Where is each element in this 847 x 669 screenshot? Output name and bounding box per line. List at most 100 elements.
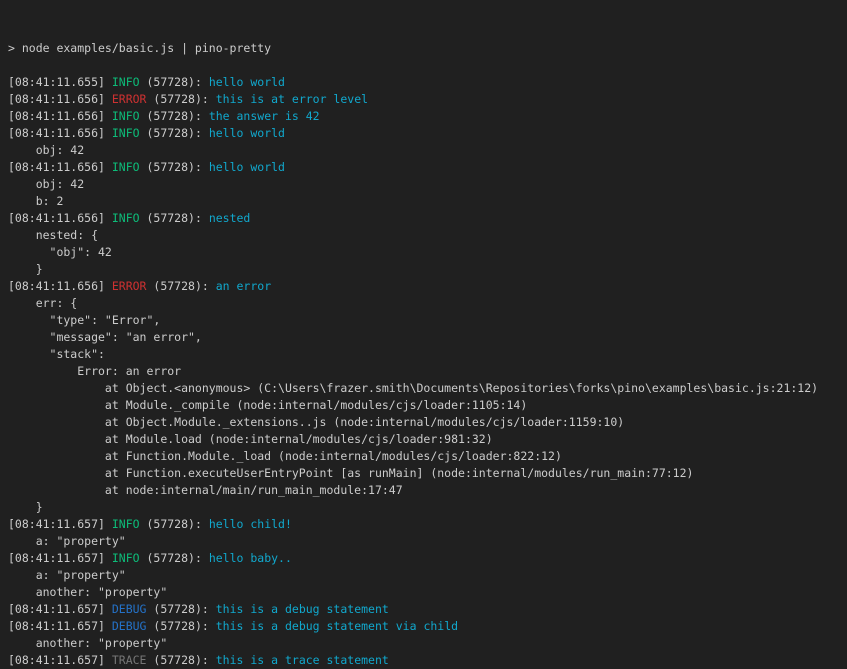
log-line: [08:41:11.656] INFO (57728): nested [8,210,847,227]
log-text-segment: (57728): [140,126,209,140]
log-segment-green: INFO [112,517,140,531]
log-line: obj: 42 [8,142,847,159]
terminal-output: > node examples/basic.js | pino-pretty [0… [8,40,847,669]
log-line: Error: an error [8,363,847,380]
log-line: "obj": 42 [8,244,847,261]
log-line: a: "property" [8,567,847,584]
log-line: another: "property" [8,635,847,652]
log-text-segment: [08:41:11.656] [8,109,112,123]
log-text-segment: [08:41:11.656] [8,126,112,140]
log-line: "type": "Error", [8,312,847,329]
log-segment-cyan: this is a debug statement [216,602,389,616]
log-line: [08:41:11.657] DEBUG (57728): this is a … [8,601,847,618]
log-line: [08:41:11.657] INFO (57728): hello baby.… [8,550,847,567]
log-line: "stack": [8,346,847,363]
log-text-segment: at Module.load (node:internal/modules/cj… [8,432,493,446]
log-text-segment: (57728): [146,653,215,667]
log-segment-cyan: this is a trace statement [216,653,389,667]
log-text-segment: (57728): [146,619,215,633]
log-line: nested: { [8,227,847,244]
log-line: } [8,499,847,516]
log-text-segment: err: { [8,296,77,310]
log-segment-cyan: hello child! [209,517,292,531]
log-line: [08:41:11.656] INFO (57728): the answer … [8,108,847,125]
log-line: obj: 42 [8,176,847,193]
log-text-segment: nested: { [8,228,98,242]
log-text-segment: at Module._compile (node:internal/module… [8,398,527,412]
log-text-segment: at Function.Module._load (node:internal/… [8,449,562,463]
log-segment-gray: TRACE [112,653,147,667]
log-line: at Function.executeUserEntryPoint [as ru… [8,465,847,482]
log-text-segment: [08:41:11.656] [8,279,112,293]
log-line: "message": "an error", [8,329,847,346]
log-segment-cyan: nested [209,211,251,225]
log-segment-red: ERROR [112,92,147,106]
log-line: [08:41:11.657] DEBUG (57728): this is a … [8,618,847,635]
log-line: at Object.<anonymous> (C:\Users\frazer.s… [8,380,847,397]
log-text-segment: "message": "an error", [8,330,202,344]
log-text-segment: } [8,262,43,276]
log-line: b: 2 [8,193,847,210]
log-text-segment: (57728): [146,92,215,106]
log-text-segment: a: "property" [8,534,126,548]
log-segment-cyan: hello world [209,126,285,140]
log-text-segment: > node examples/basic.js | pino-pretty [8,41,271,55]
log-text-segment: b: 2 [8,194,63,208]
log-line: [08:41:11.656] ERROR (57728): this is at… [8,91,847,108]
log-text-segment: [08:41:11.657] [8,602,112,616]
log-line: [08:41:11.656] INFO (57728): hello world [8,159,847,176]
log-segment-cyan: hello baby.. [209,551,292,565]
log-text-segment: at Object.Module._extensions..js (node:i… [8,415,624,429]
log-line: at Function.Module._load (node:internal/… [8,448,847,465]
log-text-segment: [08:41:11.657] [8,517,112,531]
log-segment-cyan: this is a debug statement via child [216,619,458,633]
log-segment-green: INFO [112,211,140,225]
log-segment-blue: DEBUG [112,619,147,633]
log-line: at Object.Module._extensions..js (node:i… [8,414,847,431]
log-line: [08:41:11.656] INFO (57728): hello world [8,125,847,142]
log-text-segment: [08:41:11.656] [8,160,112,174]
log-text-segment: at Object.<anonymous> (C:\Users\frazer.s… [8,381,818,395]
log-text-segment: "obj": 42 [8,245,112,259]
log-line: at node:internal/main/run_main_module:17… [8,482,847,499]
terminal[interactable]: > node examples/basic.js | pino-pretty [0… [0,0,847,669]
log-text-segment: (57728): [146,602,215,616]
log-text-segment: another: "property" [8,636,167,650]
log-text-segment: [08:41:11.657] [8,653,112,667]
log-text-segment: [08:41:11.657] [8,619,112,633]
log-text-segment: "type": "Error", [8,313,160,327]
log-text-segment: (57728): [146,279,215,293]
log-text-segment: [08:41:11.657] [8,551,112,565]
log-text-segment: at node:internal/main/run_main_module:17… [8,483,403,497]
log-line: [08:41:11.657] TRACE (57728): this is a … [8,652,847,669]
log-line: [08:41:11.655] INFO (57728): hello world [8,74,847,91]
log-text-segment: } [8,500,43,514]
log-text-segment: obj: 42 [8,143,84,157]
log-text-segment: (57728): [140,109,209,123]
log-segment-green: INFO [112,126,140,140]
log-line: at Module.load (node:internal/modules/cj… [8,431,847,448]
log-text-segment: at Function.executeUserEntryPoint [as ru… [8,466,693,480]
command-line: > node examples/basic.js | pino-pretty [8,40,847,57]
log-segment-green: INFO [112,551,140,565]
log-segment-cyan: the answer is 42 [209,109,320,123]
log-segment-green: INFO [112,160,140,174]
log-text-segment: another: "property" [8,585,167,599]
log-segment-cyan: hello world [209,160,285,174]
log-text-segment: Error: an error [8,364,181,378]
log-text-segment: [08:41:11.655] [8,75,112,89]
log-line: [08:41:11.656] ERROR (57728): an error [8,278,847,295]
log-text-segment: (57728): [140,75,209,89]
log-line: [08:41:11.657] INFO (57728): hello child… [8,516,847,533]
log-line: at Module._compile (node:internal/module… [8,397,847,414]
log-text-segment: "stack": [8,347,105,361]
log-segment-cyan: hello world [209,75,285,89]
log-line: err: { [8,295,847,312]
log-line: a: "property" [8,533,847,550]
log-segment-green: INFO [112,109,140,123]
log-segment-cyan: this is at error level [216,92,368,106]
log-text-segment: a: "property" [8,568,126,582]
log-segment-green: INFO [112,75,140,89]
log-line: } [8,261,847,278]
log-line: another: "property" [8,584,847,601]
